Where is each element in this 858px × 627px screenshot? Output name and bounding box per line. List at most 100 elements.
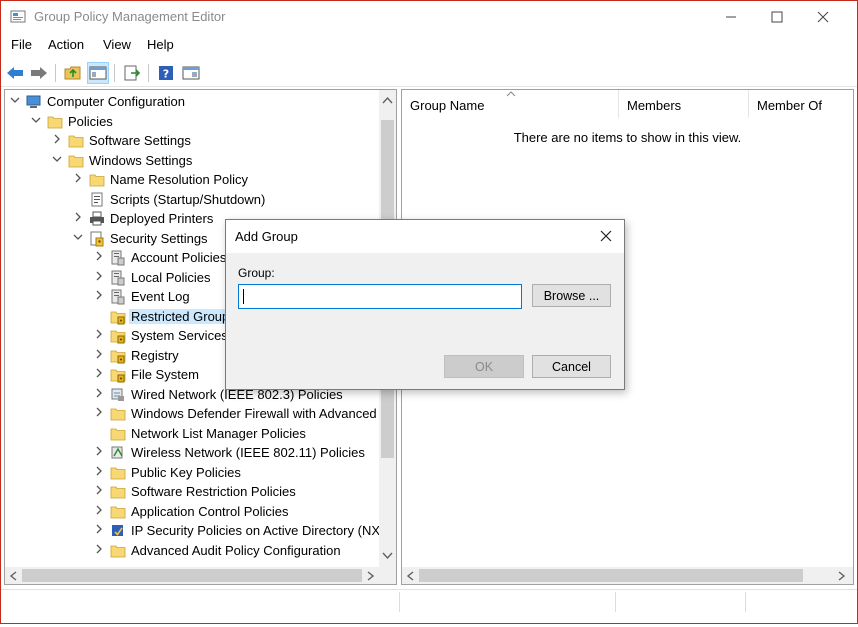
folder-icon bbox=[110, 426, 126, 441]
toolbar-separator bbox=[55, 64, 56, 82]
menu-help[interactable]: Help bbox=[147, 37, 174, 52]
security-settings-icon bbox=[89, 231, 105, 246]
chevron-right-icon[interactable] bbox=[94, 446, 106, 460]
ok-button[interactable]: OK bbox=[444, 355, 524, 378]
scroll-up-icon[interactable] bbox=[382, 96, 393, 104]
scroll-left-icon[interactable] bbox=[9, 571, 17, 581]
status-segment bbox=[745, 592, 855, 612]
group-label: Group: bbox=[238, 266, 275, 280]
properties-pane-button[interactable] bbox=[180, 62, 202, 84]
tree-item-label: Application Control Policies bbox=[131, 503, 289, 519]
chevron-right-icon[interactable] bbox=[94, 349, 106, 363]
tree-horizontal-scrollbar[interactable] bbox=[5, 567, 381, 584]
folder-icon bbox=[89, 172, 105, 187]
policy-book-icon bbox=[110, 289, 126, 305]
cancel-button[interactable]: Cancel bbox=[532, 355, 611, 378]
chevron-right-icon[interactable] bbox=[94, 466, 106, 480]
chevron-right-icon[interactable] bbox=[94, 485, 106, 499]
chevron-right-icon[interactable] bbox=[52, 134, 64, 148]
add-group-dialog: Add Group Group: Browse ... OK Cancel bbox=[225, 219, 625, 390]
chevron-right-icon[interactable] bbox=[94, 388, 106, 402]
tree-item-label: System Services bbox=[131, 328, 228, 343]
chevron-right-icon[interactable] bbox=[94, 505, 106, 519]
chevron-down-icon[interactable] bbox=[52, 154, 64, 168]
tree-item-label: Account Policies bbox=[131, 250, 227, 265]
forward-button[interactable] bbox=[28, 62, 50, 84]
toolbar: ? bbox=[1, 59, 857, 87]
list-hscroll-thumb[interactable] bbox=[419, 569, 803, 582]
menu-action[interactable]: Action bbox=[48, 37, 84, 52]
up-folder-icon bbox=[64, 66, 81, 80]
group-input[interactable] bbox=[238, 284, 522, 309]
window-title: Group Policy Management Editor bbox=[34, 9, 226, 24]
chevron-right-icon[interactable] bbox=[94, 329, 106, 343]
maximize-icon bbox=[771, 11, 783, 23]
scroll-down-icon[interactable] bbox=[382, 552, 393, 560]
network-policy-icon bbox=[110, 387, 126, 402]
column-members-label: Members bbox=[627, 98, 682, 113]
scroll-left-icon[interactable] bbox=[406, 571, 414, 581]
close-icon bbox=[600, 230, 612, 242]
maximize-button[interactable] bbox=[754, 1, 800, 33]
policy-book-icon bbox=[110, 270, 126, 285]
folder-icon bbox=[110, 465, 126, 480]
locked-folder-icon bbox=[110, 328, 126, 344]
gpme-app-icon bbox=[10, 10, 26, 23]
script-icon bbox=[89, 192, 105, 207]
chevron-right-icon[interactable] bbox=[94, 271, 106, 285]
up-one-level-button[interactable] bbox=[62, 62, 84, 84]
tree-item-label: Security Settings bbox=[110, 230, 208, 246]
chevron-right-icon[interactable] bbox=[94, 368, 106, 382]
export-list-button[interactable] bbox=[121, 62, 143, 84]
chevron-right-icon[interactable] bbox=[94, 524, 106, 538]
folder-icon bbox=[68, 133, 84, 148]
menu-file[interactable]: File bbox=[11, 37, 32, 52]
chevron-right-icon[interactable] bbox=[73, 212, 85, 226]
close-button[interactable] bbox=[800, 1, 846, 33]
minimize-icon bbox=[726, 16, 736, 18]
scrollbar-corner bbox=[379, 567, 396, 584]
scroll-right-icon[interactable] bbox=[838, 571, 846, 581]
tree-item-label: Deployed Printers bbox=[110, 211, 214, 226]
help-icon: ? bbox=[159, 66, 173, 81]
scroll-right-icon[interactable] bbox=[367, 571, 375, 581]
forward-icon bbox=[31, 67, 47, 79]
folder-icon bbox=[110, 543, 126, 558]
column-header-member-of[interactable]: Member Of bbox=[749, 90, 853, 118]
chevron-down-icon[interactable] bbox=[10, 95, 22, 109]
show-hide-tree-button[interactable] bbox=[87, 62, 109, 84]
tree-hscroll-thumb[interactable] bbox=[22, 569, 362, 582]
empty-list-message: There are no items to show in this view. bbox=[513, 130, 742, 145]
minimize-button[interactable] bbox=[708, 1, 754, 33]
list-horizontal-scrollbar[interactable] bbox=[402, 567, 853, 584]
column-group-name-label: Group Name bbox=[410, 98, 485, 113]
help-button[interactable]: ? bbox=[155, 62, 177, 84]
chevron-right-icon[interactable] bbox=[94, 544, 106, 558]
text-caret bbox=[243, 289, 244, 304]
folder-icon bbox=[110, 484, 126, 499]
folder-icon bbox=[110, 504, 126, 519]
menu-view[interactable]: View bbox=[103, 37, 131, 52]
chevron-right-icon[interactable] bbox=[94, 251, 106, 265]
chevron-right-icon[interactable] bbox=[94, 290, 106, 304]
dialog-title-bar[interactable]: Add Group bbox=[226, 220, 624, 253]
column-header-members[interactable]: Members bbox=[619, 90, 749, 118]
chevron-right-icon[interactable] bbox=[94, 407, 106, 421]
tree-item-label: Local Policies bbox=[131, 269, 211, 285]
toolbar-separator bbox=[148, 64, 149, 82]
column-header-group-name[interactable]: Group Name bbox=[402, 90, 619, 118]
browse-button[interactable]: Browse ... bbox=[532, 284, 611, 307]
chevron-right-icon[interactable] bbox=[73, 173, 85, 187]
chevron-down-icon[interactable] bbox=[31, 115, 43, 129]
status-segment bbox=[615, 592, 745, 612]
dialog-close-button[interactable] bbox=[594, 224, 618, 248]
sort-ascending-icon bbox=[506, 91, 516, 97]
back-button[interactable] bbox=[4, 62, 26, 84]
title-bar[interactable]: Group Policy Management Editor bbox=[1, 1, 857, 33]
show-hide-tree-icon bbox=[89, 66, 107, 80]
menu-bar: File Action View Help bbox=[1, 34, 857, 56]
computer-icon bbox=[26, 94, 42, 109]
locked-folder-icon bbox=[110, 309, 126, 324]
chevron-down-icon[interactable] bbox=[73, 232, 85, 246]
status-bar bbox=[1, 589, 857, 613]
